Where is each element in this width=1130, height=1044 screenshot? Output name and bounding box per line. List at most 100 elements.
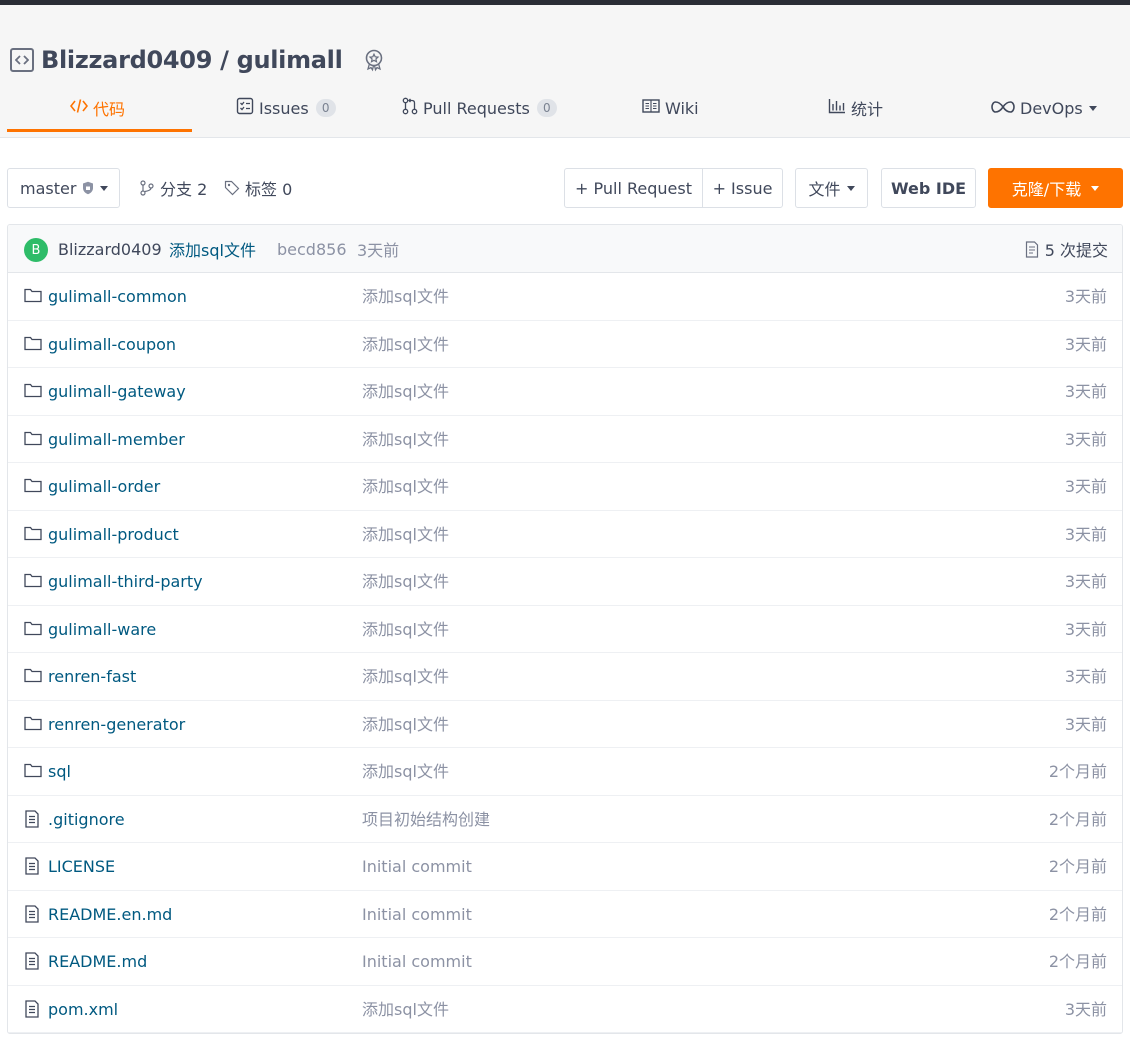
folder-icon <box>24 715 42 733</box>
web-ide-button[interactable]: Web IDE <box>881 168 976 208</box>
file-commit-message[interactable]: 添加sql文件 <box>362 653 449 700</box>
file-commit-time: 3天前 <box>1064 334 1107 354</box>
new-issue-button[interactable]: + Issue <box>702 168 783 208</box>
tab-issues-label: Issues <box>259 98 309 118</box>
commit-count-label: 5 次提交 <box>1044 241 1108 260</box>
tab-stats[interactable]: 统计 <box>828 83 883 133</box>
file-commit-message[interactable]: 添加sql文件 <box>362 701 449 748</box>
repo-name[interactable]: gulimall <box>237 46 343 74</box>
repo-tabs: 代码 Issues 0 Pull Requests 0 Wiki 统计 DevO… <box>0 83 1130 133</box>
file-commit-time: 3天前 <box>1064 382 1107 401</box>
file-commit-time: 3天前 <box>1064 429 1107 449</box>
branch-selector[interactable]: master <box>7 168 120 208</box>
file-commit-message[interactable]: 添加sql文件 <box>362 606 449 653</box>
folder-icon <box>24 430 42 448</box>
table-row[interactable]: gulimall-order 添加sql文件 3天前 <box>8 463 1122 511</box>
commit-message[interactable]: 添加sql文件 <box>169 225 256 273</box>
issues-icon <box>236 97 259 119</box>
file-commit-message[interactable]: 项目初始结构创建 <box>362 796 490 843</box>
file-name[interactable]: gulimall-order <box>48 463 160 510</box>
file-name[interactable]: .gitignore <box>48 796 125 843</box>
folder-icon <box>24 335 42 353</box>
file-commit-message[interactable]: 添加sql文件 <box>362 748 449 795</box>
file-name[interactable]: gulimall-gateway <box>48 368 186 415</box>
clone-download-button[interactable]: 克隆/下载 <box>988 168 1123 208</box>
table-row[interactable]: README.md Initial commit 2个月前 <box>8 938 1122 986</box>
file-commit-message[interactable]: 添加sql文件 <box>362 416 449 463</box>
table-row[interactable]: gulimall-ware 添加sql文件 3天前 <box>8 606 1122 653</box>
file-commit-message[interactable]: 添加sql文件 <box>362 511 449 558</box>
file-icon <box>24 857 42 875</box>
tab-issues[interactable]: Issues 0 <box>236 83 336 133</box>
table-row[interactable]: renren-generator 添加sql文件 3天前 <box>8 701 1122 748</box>
file-commit-message[interactable]: 添加sql文件 <box>362 321 449 368</box>
commits-icon <box>1025 240 1039 258</box>
branches-link[interactable]: 分支 2 <box>139 168 207 208</box>
file-commit-message[interactable]: Initial commit <box>362 938 472 985</box>
folder-icon <box>24 572 42 590</box>
file-commit-message[interactable]: Initial commit <box>362 891 472 938</box>
file-name[interactable]: gulimall-ware <box>48 606 156 653</box>
new-pull-request-button[interactable]: + Pull Request <box>564 168 703 208</box>
file-commit-message[interactable]: 添加sql文件 <box>362 463 449 510</box>
file-commit-time: 3天前 <box>1064 524 1107 544</box>
file-menu-button[interactable]: 文件 <box>795 168 868 208</box>
file-name[interactable]: README.md <box>48 938 147 985</box>
table-row[interactable]: sql 添加sql文件 2个月前 <box>8 748 1122 796</box>
file-name[interactable]: README.en.md <box>48 891 172 938</box>
table-row[interactable]: README.en.md Initial commit 2个月前 <box>8 891 1122 938</box>
file-commit-message[interactable]: Initial commit <box>362 843 472 890</box>
file-name[interactable]: sql <box>48 748 71 795</box>
file-name[interactable]: gulimall-member <box>48 416 185 463</box>
table-row[interactable]: .gitignore 项目初始结构创建 2个月前 <box>8 796 1122 843</box>
file-commit-message[interactable]: 添加sql文件 <box>362 558 449 605</box>
table-row[interactable]: pom.xml 添加sql文件 3天前 <box>8 986 1122 1033</box>
chevron-down-icon <box>1091 185 1100 191</box>
file-commit-time: 3天前 <box>1064 287 1107 306</box>
file-name[interactable]: gulimall-product <box>48 511 179 558</box>
tags-link[interactable]: 标签 0 <box>224 168 292 208</box>
repo-title: Blizzard0409 / gulimall <box>10 43 387 77</box>
table-row[interactable]: LICENSE Initial commit 2个月前 <box>8 843 1122 891</box>
table-row[interactable]: gulimall-member 添加sql文件 3天前 <box>8 416 1122 463</box>
repository-icon <box>10 48 34 72</box>
file-name[interactable]: LICENSE <box>48 843 115 890</box>
file-commit-message[interactable]: 添加sql文件 <box>362 273 449 320</box>
file-name[interactable]: gulimall-common <box>48 273 187 320</box>
file-name[interactable]: renren-generator <box>48 701 185 748</box>
folder-icon <box>24 762 42 780</box>
file-commit-time: 3天前 <box>1064 667 1107 686</box>
avatar[interactable]: B <box>24 238 48 262</box>
clone-download-label: 克隆/下载 <box>1011 180 1082 199</box>
file-commit-message[interactable]: 添加sql文件 <box>362 986 449 1033</box>
file-name[interactable]: pom.xml <box>48 986 118 1033</box>
tab-code[interactable]: 代码 <box>69 83 125 133</box>
table-row[interactable]: gulimall-coupon 添加sql文件 3天前 <box>8 321 1122 368</box>
chevron-down-icon <box>846 185 855 191</box>
table-row[interactable]: gulimall-common 添加sql文件 3天前 <box>8 273 1122 321</box>
tab-pull-requests[interactable]: Pull Requests 0 <box>402 83 557 133</box>
table-row[interactable]: gulimall-product 添加sql文件 3天前 <box>8 511 1122 558</box>
table-row[interactable]: gulimall-gateway 添加sql文件 3天前 <box>8 368 1122 416</box>
file-name[interactable]: gulimall-third-party <box>48 558 203 605</box>
repo-owner[interactable]: Blizzard0409 <box>41 46 212 74</box>
table-row[interactable]: gulimall-third-party 添加sql文件 3天前 <box>8 558 1122 606</box>
tab-devops[interactable]: DevOps <box>991 83 1097 133</box>
folder-icon <box>24 525 42 543</box>
folder-icon <box>24 477 42 495</box>
file-icon <box>24 809 42 828</box>
file-name[interactable]: renren-fast <box>48 653 136 700</box>
chevron-down-icon <box>100 185 109 191</box>
recommended-badge-icon[interactable] <box>361 47 387 73</box>
file-commit-message[interactable]: 添加sql文件 <box>362 368 449 415</box>
tab-wiki[interactable]: Wiki <box>642 83 699 133</box>
table-row[interactable]: renren-fast 添加sql文件 3天前 <box>8 653 1122 701</box>
wiki-icon <box>642 98 665 118</box>
commit-author[interactable]: Blizzard0409 <box>58 225 162 273</box>
file-name[interactable]: gulimall-coupon <box>48 321 176 368</box>
commit-count-link[interactable]: 5 次提交 <box>1025 225 1108 273</box>
pull-request-icon <box>402 97 423 119</box>
commit-hash[interactable]: becd856 <box>277 225 347 273</box>
tab-pull-requests-label: Pull Requests <box>423 98 530 118</box>
branches-label: 分支 2 <box>160 180 208 199</box>
